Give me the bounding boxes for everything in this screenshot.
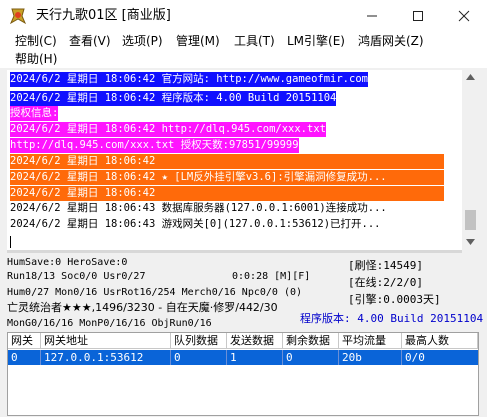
menu-tools[interactable]: 工具(T) [234,34,275,48]
menu-control[interactable]: 控制(C) [15,34,57,48]
log-line: 授权信息: [10,106,59,121]
column-header[interactable]: 剩余数据 [283,333,339,349]
close-button[interactable] [441,0,487,32]
column-header[interactable]: 发送数据 [227,333,283,349]
maximize-icon [413,11,423,21]
log-vertical-scrollbar[interactable] [462,70,479,250]
refresh-monster-count: [刷怪:14549] [348,259,423,272]
window-title: 天行九歌01区 [商业版] [36,8,171,23]
table-cell: 0/0 [405,351,425,364]
app-logo-icon [9,8,27,25]
table-cell: 20b [339,350,402,365]
column-header[interactable]: 网关地址 [41,333,171,349]
engine-days: [引擎:0.0003天] [348,293,441,306]
close-icon [458,10,470,22]
scroll-down-icon[interactable] [466,239,475,245]
program-version: 程序版本: 4.00 Build 20151104 [300,312,484,325]
menu-manage[interactable]: 管理(M) [176,34,220,48]
table-cell: 127.0.0.1:53612 [41,350,171,365]
scroll-up-icon[interactable] [466,74,475,80]
minimize-button[interactable] [349,0,395,32]
log-line: 2024/6/2 星期日 18:06:42 http://dlq.945.com… [10,122,326,137]
menu-options[interactable]: 选项(P) [122,34,163,48]
log-output[interactable]: 2024/6/2 星期日 18:06:42 官方网站: http://www.g… [7,70,462,250]
menu-gateway[interactable]: 鸿盾网关(Z) [358,34,424,48]
gateway-table[interactable]: 网关 网关地址 队列数据 发送数据 剩余数据 平均流量 最高人数 0 127.0… [7,332,479,416]
maximize-button[interactable] [395,0,441,32]
log-line: 2024/6/2 星期日 18:06:43 数据库服务器(127.0.0.1:6… [10,202,387,214]
log-line: 2024/6/2 星期日 18:06:42 官方网站: http://www.g… [10,72,368,87]
log-line: http://dlq.945.com/xxx.txt 授权天数:97851/99… [10,138,299,153]
stat-save: HumSave:0 HeroSave:0 [7,257,128,268]
menu-help[interactable]: 帮助(H) [15,52,57,66]
stat-human: Hum0/27 Mon0/16 UsrRot16/254 Merch0/16 N… [7,287,303,298]
log-line: 2024/6/2 星期日 18:06:43 游戏网关[0](127.0.0.1:… [10,218,381,230]
minimize-icon [367,15,377,17]
log-horizontal-scrollbar[interactable] [7,250,462,253]
column-header[interactable]: 最高人数 [402,333,478,349]
title-bar: 天行九歌01区 [商业版] [0,0,487,32]
stat-run: Run18/13 Soc0/0 Usr0/27 [7,271,146,282]
menu-view[interactable]: 查看(V) [69,34,111,48]
stat-monster: MonG0/16/16 MonP0/16/16 ObjRun0/16 [7,318,212,329]
column-header[interactable]: 平均流量 [339,333,402,349]
log-line: 2024/6/2 星期日 18:06:42 ★ [LM反外挂引擎v3.6]:引擎… [10,170,444,185]
table-cell: 0 [283,350,339,365]
online-count: [在线:2/2/0] [348,276,423,289]
log-line: 2024/6/2 星期日 18:06:42 程序版本: 4.00 Build 2… [10,91,337,106]
table-cell: 0 [171,350,227,365]
log-line: 2024/6/2 星期日 18:06:42 [10,154,444,169]
text-cursor [10,236,11,248]
log-line: 2024/6/2 星期日 18:06:42 [10,186,444,201]
stat-boss: 亡灵统治者★★★,1496/3230 - 自在天魔·修罗/442/30 [7,301,278,314]
stat-uptime: 0:0:28 [M][F] [232,271,311,282]
table-cell: 1 [227,350,283,365]
scroll-thumb[interactable] [465,210,476,230]
column-header[interactable]: 网关 [8,333,41,349]
column-header[interactable]: 队列数据 [171,333,227,349]
table-cell: 0 [8,350,41,365]
menu-bar: 控制(C) 查看(V) 选项(P) 管理(M) 工具(T) LM引擎(E) 鸿盾… [0,32,487,68]
menu-lm-engine[interactable]: LM引擎(E) [287,34,345,48]
